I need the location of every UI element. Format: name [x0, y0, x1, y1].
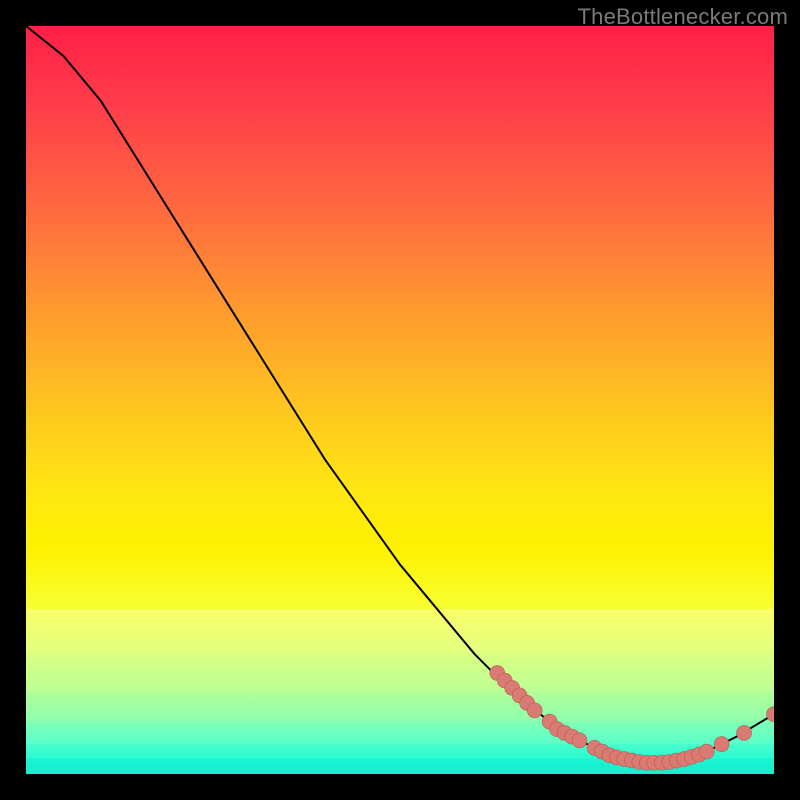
plot-area: [26, 26, 774, 774]
data-marker: [714, 737, 729, 752]
bottleneck-curve: [26, 26, 774, 763]
data-markers: [490, 666, 774, 771]
data-marker: [767, 707, 774, 722]
data-marker: [527, 703, 542, 718]
chart-overlay: [26, 26, 774, 774]
chart-frame: TheBottlenecker.com: [0, 0, 800, 800]
data-marker: [699, 744, 714, 759]
data-marker: [572, 733, 587, 748]
data-marker: [737, 725, 752, 740]
